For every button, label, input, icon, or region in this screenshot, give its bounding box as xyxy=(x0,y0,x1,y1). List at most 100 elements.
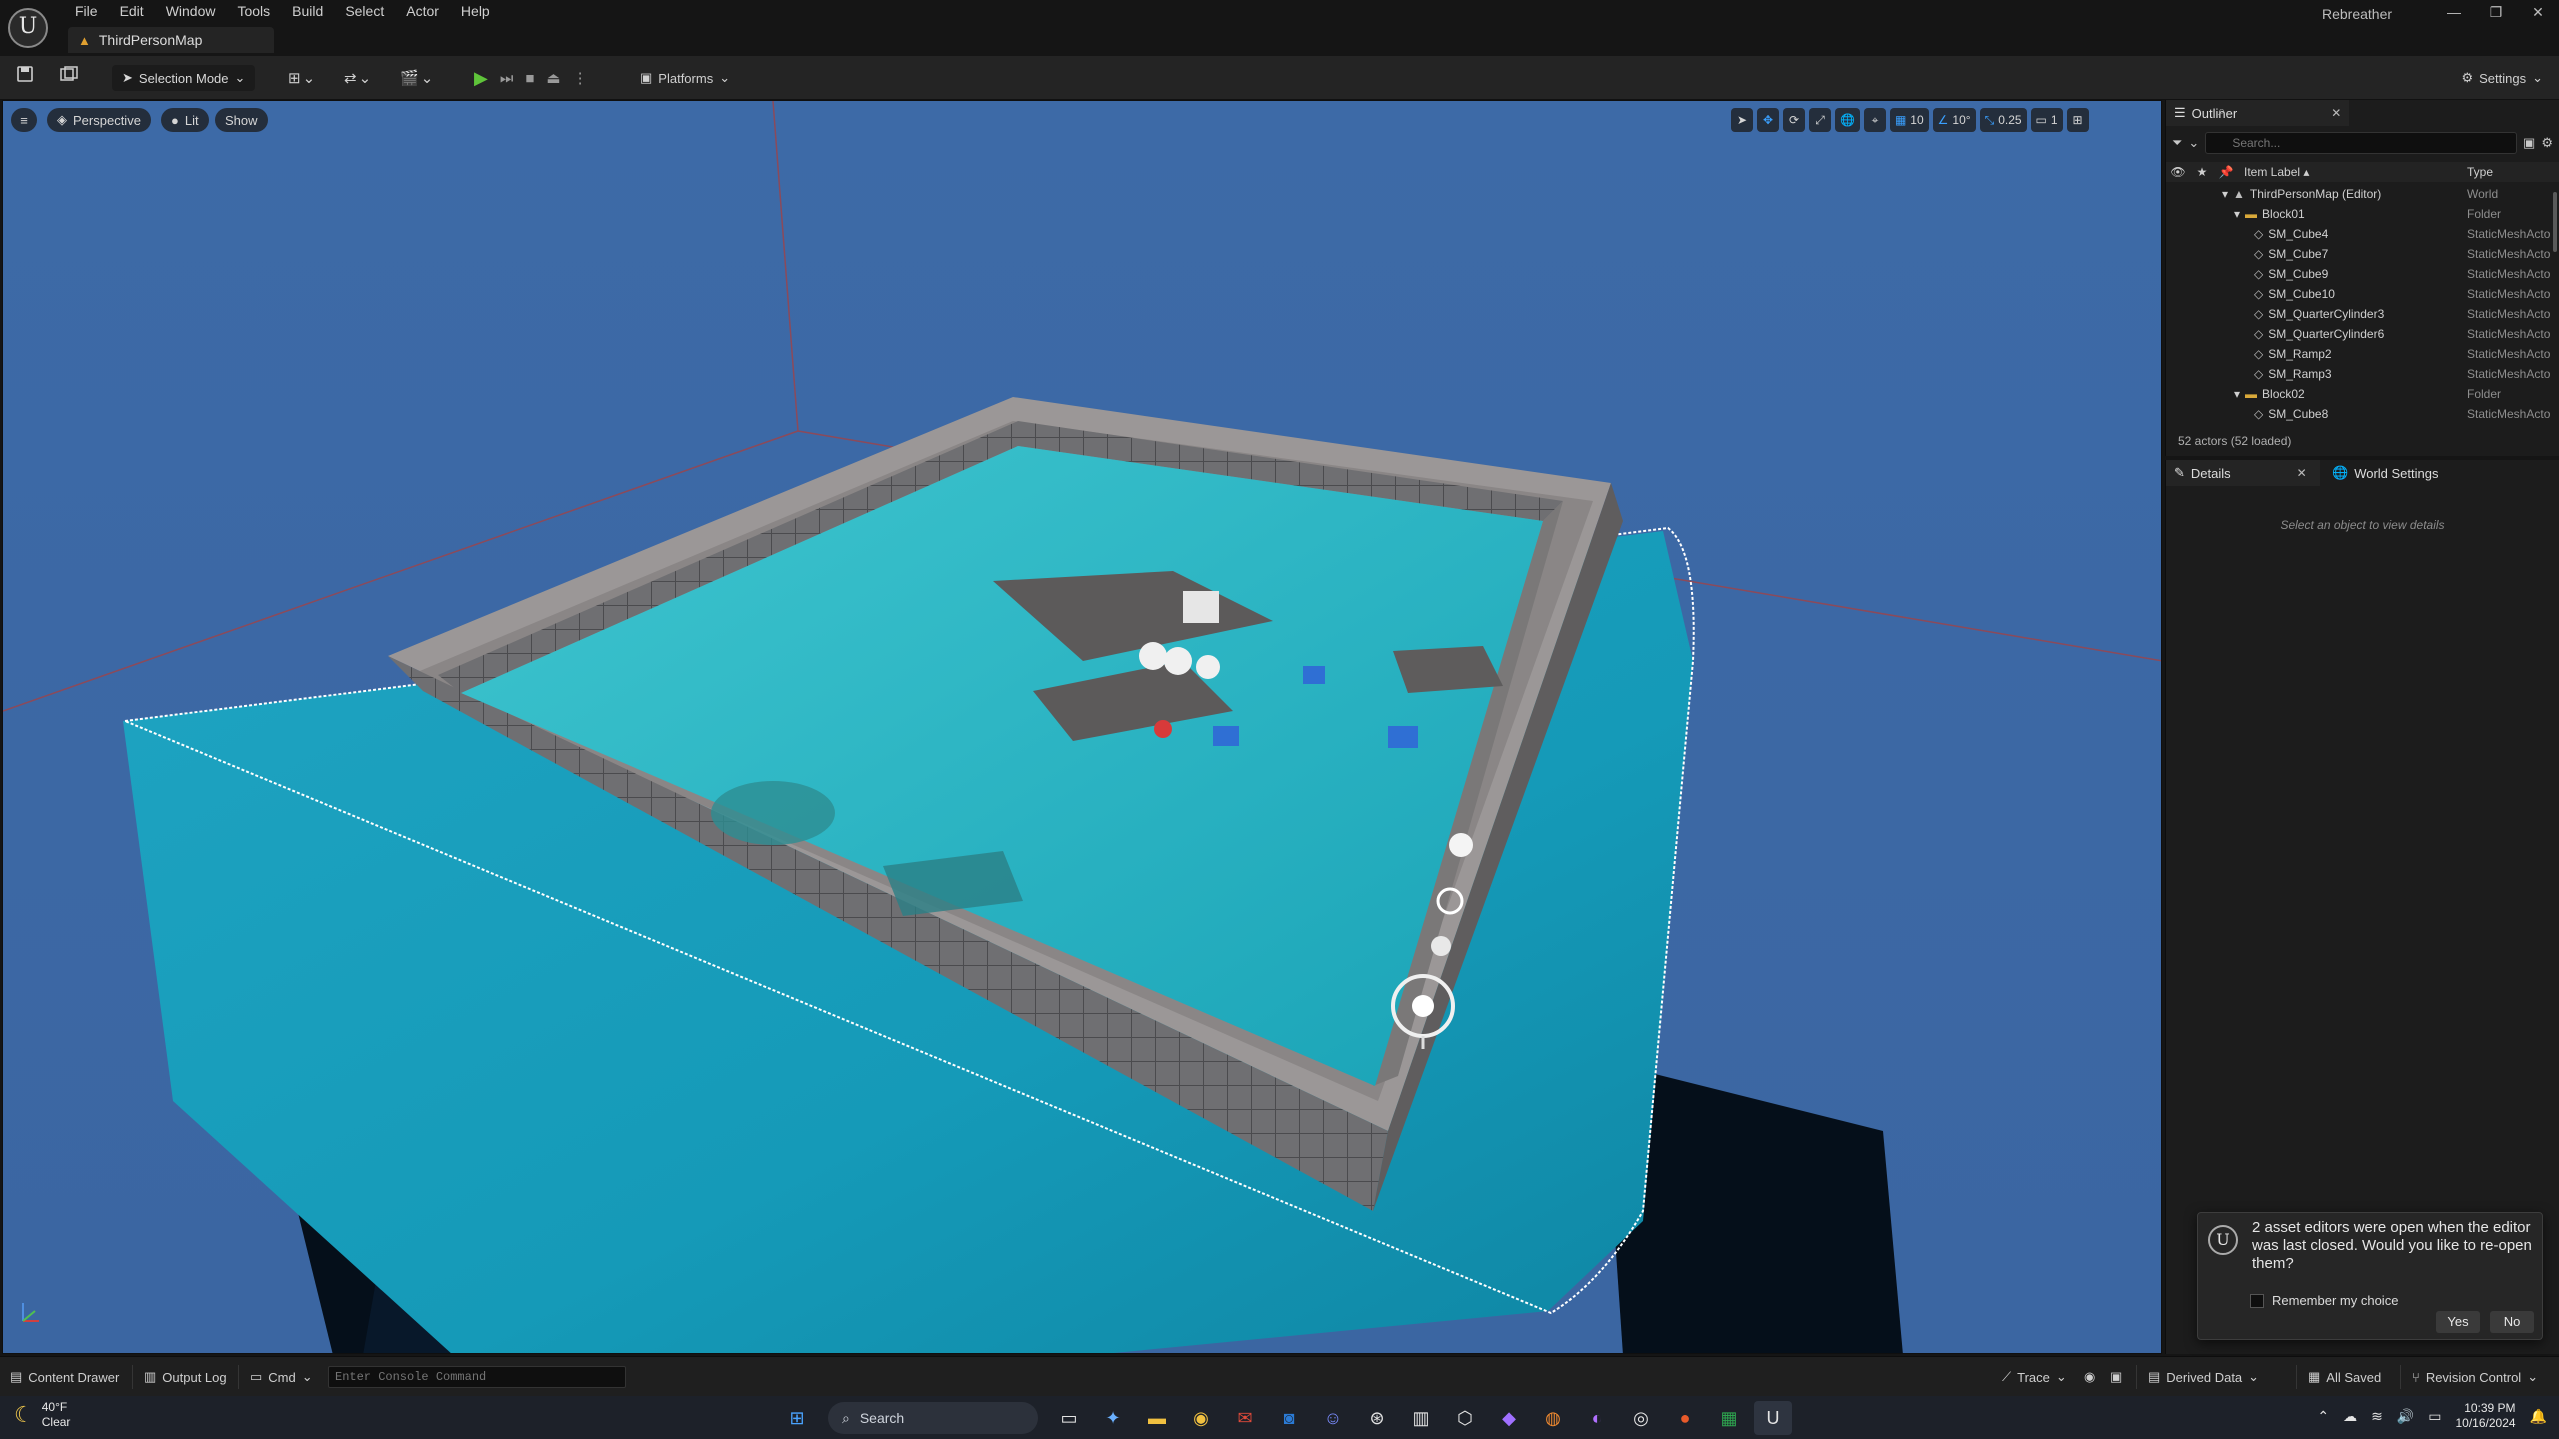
outliner-row[interactable]: ◇ SM_Cube9 StaticMeshActor xyxy=(2166,264,2551,284)
content-browser-icon[interactable] xyxy=(56,66,82,90)
menu-actor[interactable]: Actor xyxy=(395,0,450,22)
start-icon[interactable]: ⊞ xyxy=(778,1401,816,1435)
cmd-dropdown[interactable]: ▭ Cmd ⌄ xyxy=(250,1367,313,1387)
excel-icon[interactable]: ▦ xyxy=(1710,1401,1748,1435)
outliner-row[interactable]: ◇ SM_Cube10 StaticMeshActor xyxy=(2166,284,2551,304)
scale-tool-icon[interactable]: ⤢ xyxy=(1809,108,1831,132)
type-column[interactable]: Type xyxy=(2467,165,2559,179)
remember-choice-checkbox[interactable] xyxy=(2250,1293,2264,1308)
selection-mode-dropdown[interactable]: ➤ Selection Mode ⌄ xyxy=(112,65,256,91)
cinematics-dropdown[interactable]: 🎬 ⌄ xyxy=(400,65,433,91)
details-tab[interactable]: ✎ Details ✕ xyxy=(2166,460,2320,486)
outlook-icon[interactable]: ◙ xyxy=(1270,1401,1308,1435)
screenshot-icon[interactable]: ▣ xyxy=(2110,1367,2122,1387)
epic-games-icon[interactable]: ▥ xyxy=(1402,1401,1440,1435)
firefox-icon[interactable]: ● xyxy=(1666,1401,1704,1435)
yes-button[interactable]: Yes xyxy=(2436,1311,2480,1333)
grid-snap-button[interactable]: ▦ 10 xyxy=(1889,108,1929,132)
outliner-row[interactable]: ◇ SM_Cube4 StaticMeshActor xyxy=(2166,224,2551,244)
battery-icon[interactable]: ▭ xyxy=(2428,1408,2441,1425)
taskbar-search[interactable]: ⌕ Search xyxy=(828,1402,1038,1434)
all-saved-button[interactable]: ▦ All Saved xyxy=(2308,1367,2381,1387)
github-icon[interactable]: ◐ xyxy=(1578,1401,1616,1435)
weather-widget[interactable]: ☾ 40°F Clear xyxy=(14,1400,70,1430)
outliner-search-input[interactable] xyxy=(2205,132,2518,154)
blender-icon[interactable]: ◍ xyxy=(1534,1401,1572,1435)
translate-tool-icon[interactable]: ✥ xyxy=(1757,108,1779,132)
close-window-button[interactable]: ✕ xyxy=(2517,0,2559,24)
platforms-dropdown[interactable]: ▣ Platforms ⌄ xyxy=(640,65,730,91)
add-folder-icon[interactable]: ▣ xyxy=(2523,135,2535,151)
file-explorer-icon[interactable]: ▬ xyxy=(1138,1401,1176,1435)
no-button[interactable]: No xyxy=(2490,1311,2534,1333)
item-label-column[interactable]: Item Label ▴ xyxy=(2238,165,2467,179)
steam-icon[interactable]: ⊛ xyxy=(1358,1401,1396,1435)
outliner-folder-row[interactable]: ▾ ▬ Block02 Folder xyxy=(2166,384,2551,404)
menu-build[interactable]: Build xyxy=(281,0,334,22)
record-icon[interactable]: ◉ xyxy=(2084,1367,2095,1387)
expand-chevron-icon[interactable]: ▾ xyxy=(2222,187,2228,201)
filter-icon[interactable]: ⏷ xyxy=(2172,135,2182,151)
outliner-scrollbar[interactable] xyxy=(2553,192,2557,252)
viewport-options-button[interactable]: ≡ xyxy=(11,108,37,132)
viewport-layout-icon[interactable]: ⊞ xyxy=(2066,108,2089,132)
world-space-icon[interactable]: 🌐 xyxy=(1835,108,1860,132)
star-icon[interactable]: ★ xyxy=(2190,165,2214,179)
save-icon[interactable] xyxy=(12,66,38,90)
camera-speed-button[interactable]: ▭ 1 xyxy=(2030,108,2063,132)
restore-button[interactable]: ❐ xyxy=(2475,0,2517,24)
play-options-icon[interactable]: ⋮ xyxy=(573,69,588,87)
map-tab[interactable]: ▲ ThirdPersonMap xyxy=(68,27,274,53)
content-drawer-button[interactable]: ▤ Content Drawer xyxy=(10,1367,119,1387)
notification-bell-icon[interactable]: 🔔 xyxy=(2530,1408,2547,1425)
perspective-button[interactable]: ◈ Perspective xyxy=(47,108,151,132)
menu-select[interactable]: Select xyxy=(334,0,395,22)
menu-help[interactable]: Help xyxy=(450,0,501,22)
unreal-logo-icon[interactable]: U xyxy=(8,8,48,48)
surface-snap-icon[interactable]: ⌖ xyxy=(1863,108,1886,132)
menu-file[interactable]: File xyxy=(64,0,109,22)
outliner-row[interactable]: ▾ ▲ ThirdPersonMap (Editor) World xyxy=(2166,184,2551,204)
lit-button[interactable]: ● Lit xyxy=(161,108,209,132)
menu-tools[interactable]: Tools xyxy=(226,0,281,22)
pin-icon[interactable]: 📌 xyxy=(2214,165,2238,179)
task-view-icon[interactable]: ▭ xyxy=(1050,1401,1088,1435)
copilot-icon[interactable]: ✦ xyxy=(1094,1401,1132,1435)
chrome-icon[interactable]: ◉ xyxy=(1182,1401,1220,1435)
trace-dropdown[interactable]: ⟋ Trace ⌄ xyxy=(2002,1367,2067,1387)
select-tool-icon[interactable]: ➤ xyxy=(1731,108,1753,132)
play-icon[interactable]: ▶ xyxy=(474,68,488,89)
output-log-button[interactable]: ▥ Output Log xyxy=(144,1367,227,1387)
discord-icon[interactable]: ☺ xyxy=(1314,1401,1352,1435)
clock[interactable]: 10:39 PM 10/16/2024 xyxy=(2456,1401,2516,1431)
wifi-icon[interactable]: ≋ xyxy=(2371,1408,2383,1425)
rotation-snap-button[interactable]: ∠ 10° xyxy=(1932,108,1976,132)
settings-dropdown[interactable]: ⚙ Settings ⌄ xyxy=(2461,65,2543,91)
minimize-button[interactable]: — xyxy=(2433,0,2475,24)
cloud-icon[interactable]: ☁ xyxy=(2343,1408,2357,1425)
volume-icon[interactable]: 🔊 xyxy=(2397,1408,2414,1425)
close-icon[interactable]: ✕ xyxy=(2331,106,2341,120)
outliner-row[interactable]: ◇ SM_Ramp3 StaticMeshActor xyxy=(2166,364,2551,384)
obs-icon[interactable]: ◎ xyxy=(1622,1401,1660,1435)
expand-chevron-icon[interactable]: ▾ xyxy=(2234,207,2240,221)
outliner-row[interactable]: ◇ SM_QuarterCylinder6 StaticMeshActor xyxy=(2166,324,2551,344)
scene-render[interactable] xyxy=(3,101,2162,1354)
outliner-row[interactable]: ◇ SM_Cube8 StaticMeshActor xyxy=(2166,404,2551,424)
stop-icon[interactable]: ■ xyxy=(525,70,534,87)
outliner-folder-row[interactable]: ▾ ▬ Block01 Folder xyxy=(2166,204,2551,224)
chevron-down-icon[interactable]: ⌄ xyxy=(2188,135,2199,151)
blueprint-dropdown[interactable]: ⇄ ⌄ xyxy=(344,65,371,91)
advance-frame-icon[interactable]: ⏭ xyxy=(500,70,514,87)
add-actor-dropdown[interactable]: ⊞ ⌄ xyxy=(288,65,315,91)
close-icon[interactable]: ✕ xyxy=(2297,466,2307,480)
menu-edit[interactable]: Edit xyxy=(109,0,155,22)
eject-icon[interactable]: ⏏ xyxy=(546,69,560,87)
chevron-up-icon[interactable]: ⌃ xyxy=(2317,1408,2329,1425)
outliner-row[interactable]: ◇ SM_Ramp2 StaticMeshActor xyxy=(2166,344,2551,364)
derived-data-dropdown[interactable]: ▤ Derived Data ⌄ xyxy=(2148,1367,2259,1387)
outliner-row[interactable]: ◇ SM_QuarterCylinder3 StaticMeshActor xyxy=(2166,304,2551,324)
unreal-editor-icon[interactable]: U xyxy=(1754,1401,1792,1435)
remember-choice-row[interactable]: Remember my choice xyxy=(2250,1293,2398,1308)
show-button[interactable]: Show xyxy=(215,108,268,132)
